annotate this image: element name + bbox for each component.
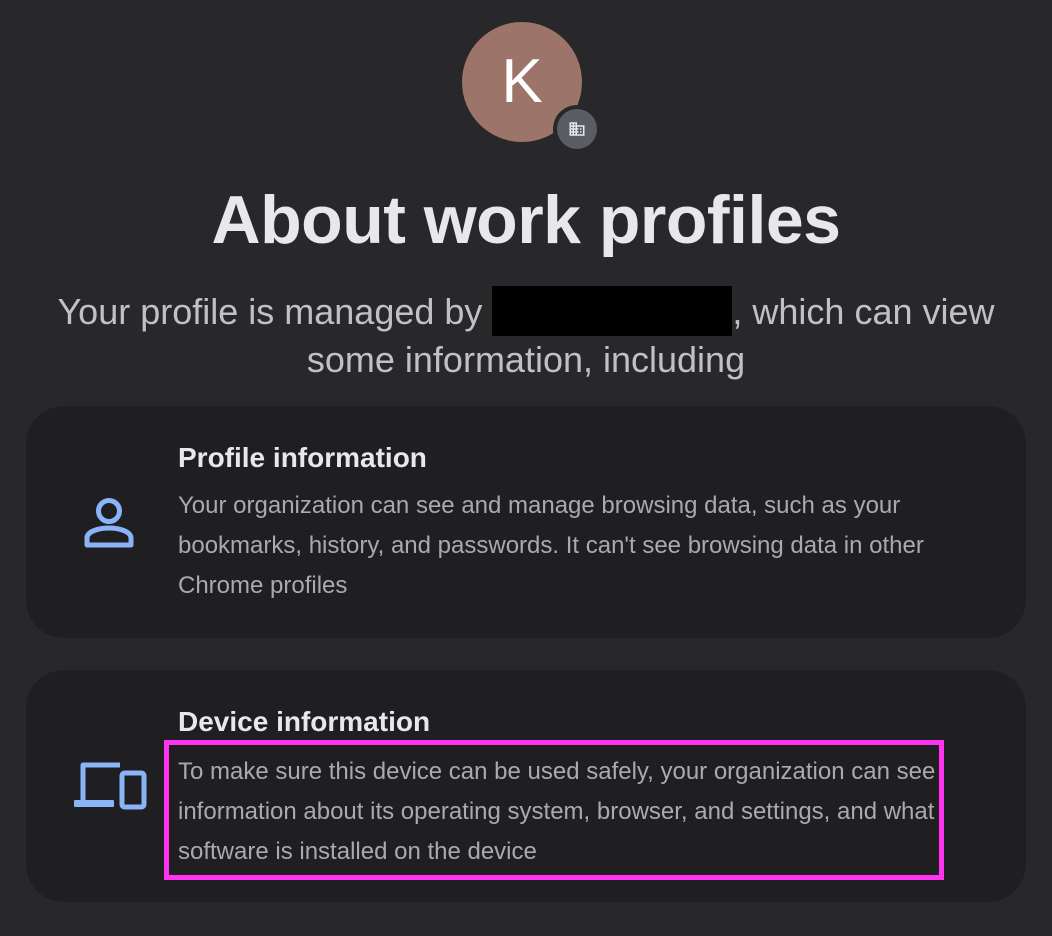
subtitle-prefix: Your profile is managed by (57, 291, 493, 332)
page-subtitle: Your profile is managed by , which can v… (20, 286, 1032, 384)
person-icon (84, 498, 134, 548)
managed-badge (553, 105, 601, 153)
work-profile-page: K About work profiles Your profile is ma… (0, 0, 1052, 936)
avatar-initial: K (501, 47, 543, 116)
device-information-title: Device information (178, 706, 431, 737)
profile-information-card: Profile information Your organization ca… (26, 406, 1026, 638)
device-information-card: Device information To make sure this dev… (26, 670, 1026, 902)
device-information-description: To make sure this device can be used saf… (178, 758, 936, 865)
building-icon (569, 122, 585, 136)
redacted-organization (492, 286, 733, 336)
profile-information-title: Profile information (178, 442, 427, 473)
profile-information-description: Your organization can see and manage bro… (178, 492, 924, 599)
page-title: About work profiles (211, 182, 841, 258)
devices-icon (74, 762, 147, 810)
